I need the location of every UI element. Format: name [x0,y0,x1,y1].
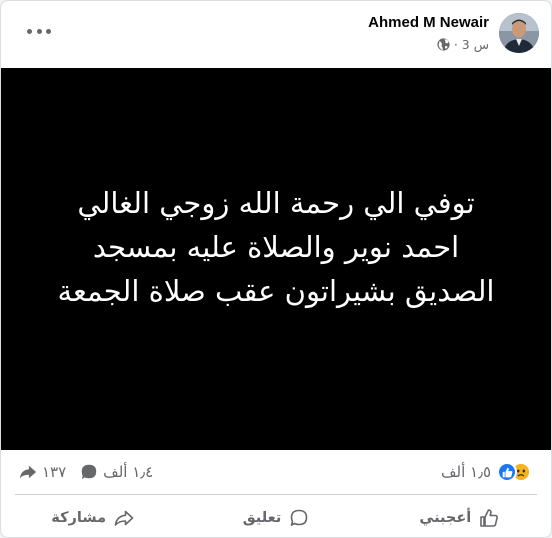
post-meta: · 3 س [437,35,489,53]
share-button[interactable]: مشاركة [1,497,184,537]
post-image-line: توفي الي رحمة الله زوجي الغالي [77,186,475,220]
globe-icon[interactable] [437,37,450,51]
post-card: Ahmed M Newair · 3 س توفي الي رحمة الله … [0,0,552,538]
comment-count-icon [81,464,97,480]
post-image-text: توفي الي رحمة الله زوجي الغالي احمد نوير… [26,181,526,313]
more-options-icon[interactable] [27,21,51,41]
post-meta-separator: · [453,36,458,52]
comment-icon [290,509,308,526]
engagement-counts: ١٣٧ ١٫٤ ألف [19,461,153,483]
like-button[interactable]: أعجبني [368,497,551,537]
comment-button[interactable]: تعليق [184,497,367,537]
post-stats: ١٫٥ ألف ١٣٧ ١٫٤ ألف [1,453,551,489]
shares-summary[interactable]: ١٣٧ [19,463,66,481]
share-count-icon [19,465,37,479]
post-actions: أعجبني تعليق مشاركة [1,497,551,537]
avatar-photo [499,13,539,53]
post-time[interactable]: 3 س [462,37,489,52]
reactions-count: ١٫٥ ألف [440,463,491,481]
reaction-icons [497,462,533,482]
share-button-label: مشاركة [51,510,107,526]
stats-divider [15,494,537,495]
author-avatar[interactable] [499,13,539,53]
comment-button-label: تعليق [242,510,282,526]
reactions-summary[interactable]: ١٫٥ ألف [441,461,533,483]
share-icon [114,510,134,526]
like-button-label: أعجبني [419,510,472,526]
like-icon [480,509,499,527]
post-image-line: احمد نوير والصلاة عليه بمسجد [92,230,460,264]
post-header: Ahmed M Newair · 3 س [1,1,551,67]
shares-count: ١٣٧ [42,463,67,481]
comments-summary[interactable]: ١٫٤ ألف [80,463,153,481]
like-reaction-icon [497,462,517,482]
post-image-line: الصديق بشيراتون عقب صلاة الجمعة [57,274,495,308]
comments-count: ١٫٤ ألف [103,463,154,481]
author-name[interactable]: Ahmed M Newair [368,14,489,31]
post-image[interactable]: توفي الي رحمة الله زوجي الغالي احمد نوير… [1,68,551,450]
